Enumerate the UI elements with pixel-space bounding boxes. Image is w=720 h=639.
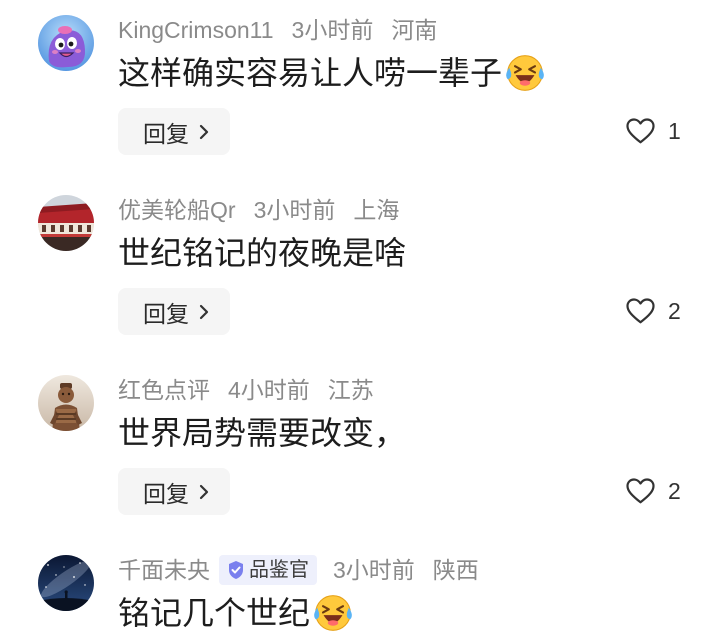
comment-location: 河南 <box>391 17 438 43</box>
reply-label: 回复 <box>143 120 189 147</box>
laughing-crying-emoji-icon <box>314 595 352 631</box>
heart-outline-icon <box>626 298 655 324</box>
verified-shield-icon <box>229 561 243 579</box>
comment-item: 千面未央 品鉴官 3小时前 陕西 铭记几个世纪 <box>0 540 720 639</box>
like-button[interactable]: 2 <box>626 475 681 507</box>
comment-meta: 红色点评 4小时前 江苏 <box>118 373 374 407</box>
chevron-right-icon <box>199 484 209 499</box>
comment-item: 红色点评 4小时前 江苏 世界局势需要改变， 回复 2 <box>0 360 720 540</box>
comment-text: 铭记几个世纪 <box>118 591 354 635</box>
like-button[interactable]: 2 <box>626 295 681 327</box>
like-count: 2 <box>668 298 681 324</box>
username[interactable]: 红色点评 <box>118 373 210 407</box>
comment-text: 世纪铭记的夜晚是啥 <box>118 231 406 275</box>
comment-body: 世纪铭记的夜晚是啥 <box>118 235 407 271</box>
chevron-right-icon <box>199 124 209 139</box>
comment-time: 3小时前 <box>333 557 415 583</box>
comment-meta: 千面未央 品鉴官 3小时前 陕西 <box>118 553 479 587</box>
palace-roof-avatar-icon <box>38 195 94 251</box>
reply-button[interactable]: 回复 <box>118 468 230 515</box>
reply-label: 回复 <box>143 480 189 507</box>
like-count: 2 <box>668 478 681 504</box>
reply-button[interactable]: 回复 <box>118 288 230 335</box>
heart-outline-icon <box>626 478 655 504</box>
like-count: 1 <box>668 118 681 144</box>
badge-label: 品鉴官 <box>249 559 309 581</box>
user-avatar[interactable] <box>38 555 94 611</box>
role-badge[interactable]: 品鉴官 <box>219 555 317 585</box>
comment-text: 世界局势需要改变， <box>118 411 406 455</box>
starry-sky-avatar-icon <box>38 555 94 611</box>
comment-location: 江苏 <box>327 377 374 403</box>
comment-time: 3小时前 <box>291 17 374 43</box>
comment-item: 优美轮船Qr 3小时前 上海 世纪铭记的夜晚是啥 回复 2 <box>0 180 720 360</box>
user-avatar[interactable] <box>38 195 94 251</box>
username[interactable]: 优美轮船Qr <box>118 193 236 227</box>
terracotta-warrior-avatar-icon <box>38 375 94 431</box>
laughing-crying-emoji-icon <box>506 55 544 91</box>
comment-meta: 优美轮船Qr 3小时前 上海 <box>118 193 399 227</box>
comment-time: 3小时前 <box>253 197 336 223</box>
comment-location: 上海 <box>353 197 400 223</box>
user-avatar[interactable] <box>38 15 94 71</box>
comment-location: 陕西 <box>432 557 479 583</box>
reply-label: 回复 <box>143 300 189 327</box>
username[interactable]: KingCrimson11 <box>118 13 274 47</box>
comment-body: 世界局势需要改变， <box>118 415 407 451</box>
reply-button[interactable]: 回复 <box>118 108 230 155</box>
comment-text: 这样确实容易让人唠一辈子 <box>118 51 546 95</box>
chevron-right-icon <box>199 304 209 319</box>
heart-outline-icon <box>626 118 655 144</box>
purple-cartoon-avatar-icon <box>38 15 94 71</box>
comment-time: 4小时前 <box>228 377 310 403</box>
comment-body: 这样确实容易让人唠一辈子 <box>118 55 503 91</box>
comment-meta: KingCrimson11 3小时前 河南 <box>118 13 437 47</box>
comment-list: KingCrimson11 3小时前 河南 这样确实容易让人唠一辈子 回复 1 … <box>0 0 720 639</box>
comment-item: KingCrimson11 3小时前 河南 这样确实容易让人唠一辈子 回复 1 <box>0 0 720 180</box>
like-button[interactable]: 1 <box>626 115 681 147</box>
user-avatar[interactable] <box>38 375 94 431</box>
username[interactable]: 千面未央 <box>118 553 210 587</box>
comment-body: 铭记几个世纪 <box>118 595 311 631</box>
